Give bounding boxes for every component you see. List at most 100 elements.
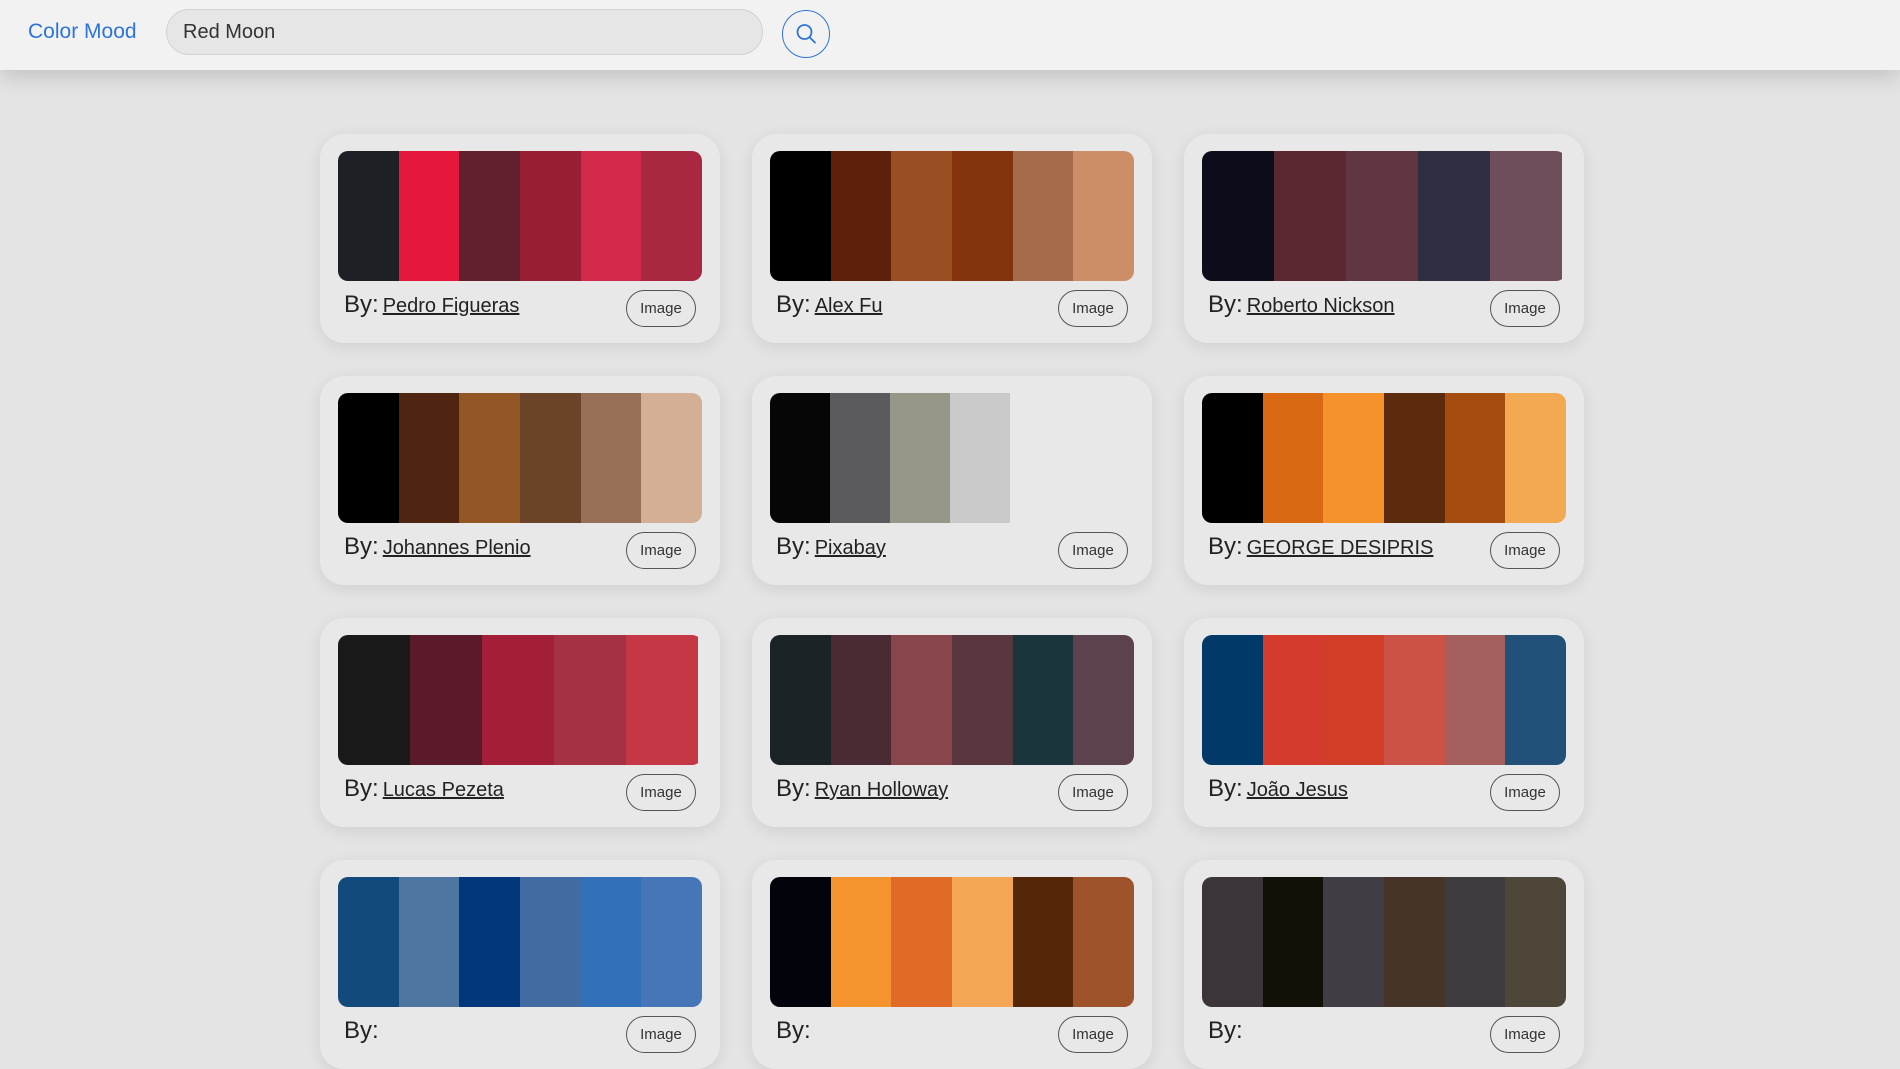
- color-swatch[interactable]: [951, 151, 1013, 281]
- color-swatch[interactable]: [519, 877, 581, 1007]
- color-swatch[interactable]: [1073, 151, 1134, 281]
- color-palette[interactable]: [1202, 877, 1566, 1007]
- author-link[interactable]: Lucas Pezeta: [383, 779, 504, 801]
- image-button[interactable]: Image: [626, 774, 696, 811]
- image-button[interactable]: Image: [1490, 290, 1560, 327]
- color-swatch[interactable]: [1323, 877, 1384, 1007]
- color-swatch[interactable]: [641, 393, 702, 523]
- color-swatch[interactable]: [338, 635, 410, 765]
- author-link[interactable]: João Jesus: [1247, 779, 1348, 801]
- color-swatch[interactable]: [1383, 635, 1445, 765]
- color-palette[interactable]: [770, 635, 1134, 765]
- color-palette[interactable]: [1202, 393, 1566, 523]
- color-palette[interactable]: [770, 151, 1134, 281]
- color-swatch[interactable]: [1262, 635, 1324, 765]
- color-palette[interactable]: [1202, 151, 1566, 281]
- color-swatch[interactable]: [770, 151, 831, 281]
- image-button[interactable]: Image: [1490, 774, 1560, 811]
- color-swatch[interactable]: [951, 877, 1013, 1007]
- color-palette[interactable]: [338, 393, 702, 523]
- color-swatch[interactable]: [459, 151, 520, 281]
- color-swatch[interactable]: [410, 635, 482, 765]
- color-swatch[interactable]: [482, 635, 554, 765]
- color-swatch[interactable]: [338, 877, 399, 1007]
- color-swatch[interactable]: [891, 635, 952, 765]
- author-link[interactable]: Roberto Nickson: [1247, 295, 1395, 317]
- color-swatch[interactable]: [580, 877, 642, 1007]
- search-input[interactable]: [166, 9, 763, 55]
- color-palette[interactable]: [338, 151, 702, 281]
- color-swatch[interactable]: [1202, 635, 1263, 765]
- color-swatch[interactable]: [830, 151, 892, 281]
- color-swatch[interactable]: [626, 635, 698, 765]
- color-swatch[interactable]: [398, 151, 460, 281]
- image-button[interactable]: Image: [1058, 1016, 1128, 1053]
- search-button[interactable]: [782, 10, 830, 58]
- color-palette[interactable]: [770, 877, 1134, 1007]
- color-swatch[interactable]: [891, 151, 952, 281]
- color-swatch[interactable]: [1383, 877, 1445, 1007]
- color-swatch[interactable]: [1262, 393, 1324, 523]
- author-link[interactable]: Alex Fu: [815, 295, 883, 317]
- color-swatch[interactable]: [1323, 393, 1384, 523]
- color-swatch[interactable]: [1383, 393, 1445, 523]
- color-swatch[interactable]: [1073, 635, 1134, 765]
- color-swatch[interactable]: [1323, 635, 1384, 765]
- color-swatch[interactable]: [1202, 393, 1263, 523]
- image-button[interactable]: Image: [1490, 1016, 1560, 1053]
- color-swatch[interactable]: [1012, 151, 1074, 281]
- color-swatch[interactable]: [1012, 877, 1074, 1007]
- color-palette[interactable]: [770, 393, 1134, 523]
- color-swatch[interactable]: [1202, 877, 1263, 1007]
- color-swatch[interactable]: [890, 393, 950, 523]
- image-button[interactable]: Image: [1058, 774, 1128, 811]
- color-swatch[interactable]: [1505, 635, 1566, 765]
- image-button[interactable]: Image: [626, 290, 696, 327]
- color-swatch[interactable]: [641, 151, 702, 281]
- color-swatch[interactable]: [580, 151, 642, 281]
- color-swatch[interactable]: [554, 635, 626, 765]
- image-button[interactable]: Image: [1058, 532, 1128, 569]
- color-swatch[interactable]: [398, 877, 460, 1007]
- color-swatch[interactable]: [770, 635, 831, 765]
- color-palette[interactable]: [338, 877, 702, 1007]
- color-swatch[interactable]: [1444, 877, 1506, 1007]
- color-swatch[interactable]: [830, 393, 890, 523]
- author-link[interactable]: GEORGE DESIPRIS: [1247, 537, 1434, 559]
- color-swatch[interactable]: [519, 393, 581, 523]
- color-palette[interactable]: [338, 635, 702, 765]
- color-swatch[interactable]: [1490, 151, 1562, 281]
- color-swatch[interactable]: [459, 393, 520, 523]
- color-swatch[interactable]: [1505, 877, 1566, 1007]
- color-swatch[interactable]: [459, 877, 520, 1007]
- color-swatch[interactable]: [1274, 151, 1346, 281]
- color-swatch[interactable]: [1202, 151, 1274, 281]
- image-button[interactable]: Image: [1058, 290, 1128, 327]
- color-swatch[interactable]: [950, 393, 1010, 523]
- color-swatch[interactable]: [830, 635, 892, 765]
- color-swatch[interactable]: [519, 151, 581, 281]
- color-swatch[interactable]: [1444, 635, 1506, 765]
- image-button[interactable]: Image: [626, 1016, 696, 1053]
- color-swatch[interactable]: [891, 877, 952, 1007]
- author-link[interactable]: Pedro Figueras: [383, 295, 520, 317]
- color-swatch[interactable]: [398, 393, 460, 523]
- color-swatch[interactable]: [580, 393, 642, 523]
- color-swatch[interactable]: [770, 877, 831, 1007]
- color-swatch[interactable]: [1073, 877, 1134, 1007]
- brand-link[interactable]: Color Mood: [28, 20, 137, 44]
- image-button[interactable]: Image: [1490, 532, 1560, 569]
- color-swatch[interactable]: [1505, 393, 1566, 523]
- color-swatch[interactable]: [830, 877, 892, 1007]
- color-swatch[interactable]: [951, 635, 1013, 765]
- image-button[interactable]: Image: [626, 532, 696, 569]
- color-swatch[interactable]: [1262, 877, 1324, 1007]
- author-link[interactable]: Pixabay: [815, 537, 886, 559]
- author-link[interactable]: Ryan Holloway: [815, 779, 948, 801]
- color-palette[interactable]: [1202, 635, 1566, 765]
- color-swatch[interactable]: [338, 151, 399, 281]
- color-swatch[interactable]: [770, 393, 830, 523]
- color-swatch[interactable]: [1012, 635, 1074, 765]
- color-swatch[interactable]: [338, 393, 399, 523]
- color-swatch[interactable]: [1444, 393, 1506, 523]
